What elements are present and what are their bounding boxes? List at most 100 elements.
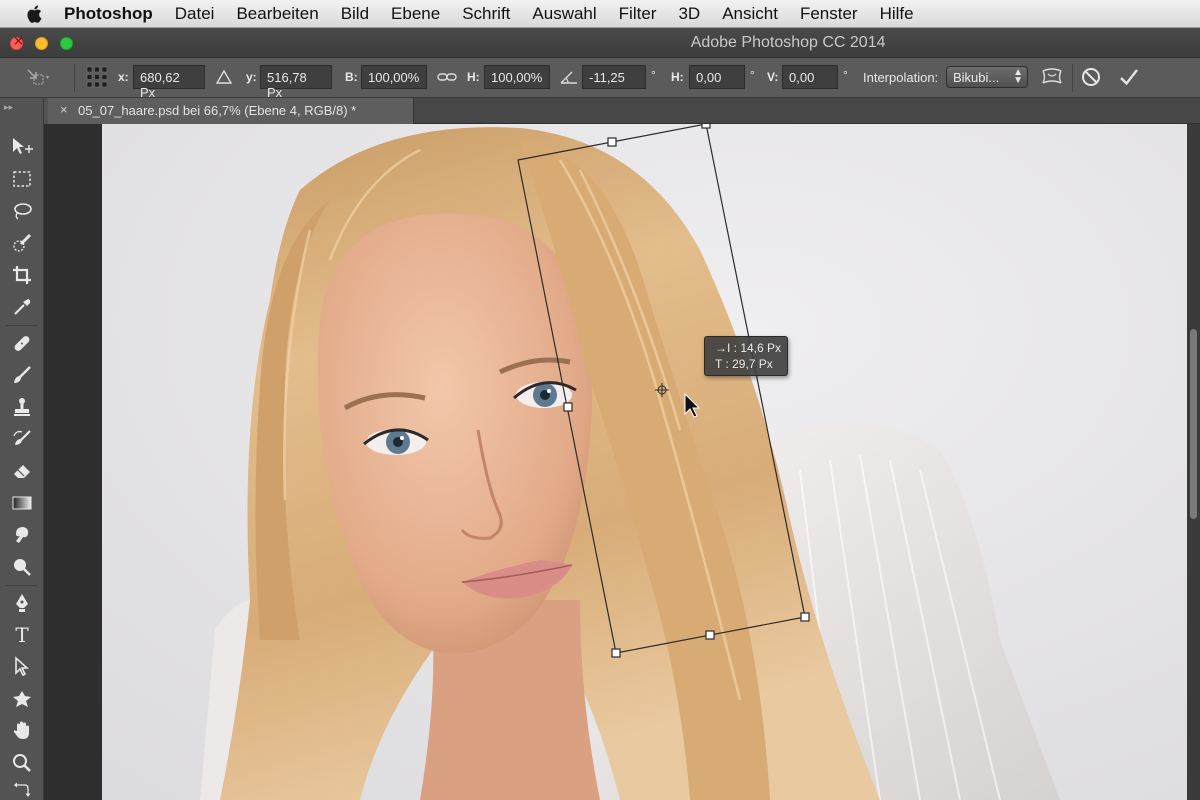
warp-mode-icon[interactable]: [1040, 66, 1064, 88]
menu-bearbeiten[interactable]: Bearbeiten: [225, 0, 329, 28]
document-tab-bar: × 05_07_haare.psd bei 66,7% (Ebene 4, RG…: [48, 98, 1200, 124]
custom-shape-icon: [13, 691, 31, 707]
move-tool[interactable]: [9, 134, 35, 160]
height-label: H:: [467, 70, 480, 84]
menu-fenster[interactable]: Fenster: [789, 0, 869, 28]
rectangular-marquee-icon: [13, 171, 31, 187]
hand-icon: [13, 721, 29, 739]
apple-logo-icon[interactable]: [24, 3, 46, 25]
vertical-skew-field[interactable]: 0,00: [782, 65, 838, 89]
window-close-button[interactable]: [10, 34, 24, 50]
transform-handle-bottom-middle[interactable]: [705, 630, 715, 640]
delta-y-readout: T : 29,7 Px: [715, 357, 773, 371]
horizontal-skew-field[interactable]: 0,00: [689, 65, 745, 89]
quick-selection-icon: [13, 233, 32, 252]
swap-colors-icon: [14, 782, 31, 797]
dodge-tool[interactable]: [9, 554, 35, 580]
horizontal-skew-label: H:: [671, 70, 684, 84]
width-percent-field[interactable]: 100,00%: [361, 65, 427, 89]
brush-tool[interactable]: [9, 362, 35, 388]
canvas-pasteboard: [44, 124, 102, 800]
cancel-transform-icon[interactable]: [1080, 66, 1102, 88]
x-position-field[interactable]: 680,62 Px: [133, 65, 205, 100]
y-position-field[interactable]: 516,78 Px: [260, 65, 332, 100]
panel-collapse-icon[interactable]: ▸▸: [4, 102, 13, 113]
lasso-tool[interactable]: [9, 198, 35, 224]
tab-close-icon[interactable]: ×: [60, 102, 68, 117]
reference-point-grid-icon[interactable]: [86, 66, 108, 88]
options-separator: [74, 64, 75, 92]
menu-auswahl[interactable]: Auswahl: [521, 0, 607, 28]
menu-filter[interactable]: Filter: [608, 0, 668, 28]
vertical-skew-label: V:: [767, 70, 779, 84]
transform-delta-tooltip: →I : 14,6 Px T : 29,7 Px: [704, 336, 788, 376]
zoom-tool[interactable]: [9, 750, 35, 776]
relative-position-delta-icon[interactable]: [215, 66, 233, 88]
scrollbar-thumb[interactable]: [1190, 329, 1197, 519]
transform-handle-top-right[interactable]: [701, 124, 711, 129]
pen-tool[interactable]: [9, 590, 35, 616]
interpolation-label: Interpolation:: [863, 70, 939, 85]
crop-tool[interactable]: [9, 262, 35, 288]
tools-panel: ▸▸ T: [0, 98, 44, 800]
vertical-scrollbar[interactable]: [1187, 124, 1200, 800]
menu-app-photoshop[interactable]: Photoshop: [64, 0, 164, 28]
dodge-icon: [14, 559, 31, 576]
history-brush-icon: [13, 430, 31, 445]
tools-separator: [6, 585, 38, 586]
clone-stamp-tool[interactable]: [9, 394, 35, 420]
height-percent-field[interactable]: 100,00%: [484, 65, 550, 89]
document-canvas[interactable]: [102, 124, 1187, 800]
window-minimize-button[interactable]: [35, 37, 48, 50]
vertical-skew-unit: °: [843, 68, 848, 82]
rotation-angle-icon: [560, 71, 577, 84]
transform-tool-preset-icon[interactable]: [26, 66, 52, 88]
horizontal-skew-unit: °: [750, 68, 755, 82]
stamp-icon: [14, 398, 30, 416]
history-brush-tool[interactable]: [9, 426, 35, 452]
hand-tool[interactable]: [9, 718, 35, 744]
rotation-degree-unit: °: [651, 68, 656, 82]
menu-ansicht[interactable]: Ansicht: [711, 0, 789, 28]
crop-icon: [13, 266, 31, 284]
menu-bar: Photoshop Datei Bearbeiten Bild Ebene Sc…: [0, 0, 1200, 28]
menu-3d[interactable]: 3D: [667, 0, 711, 28]
marquee-tool[interactable]: [9, 166, 35, 192]
menu-datei[interactable]: Datei: [164, 0, 226, 28]
options-bar: x: 680,62 Px y: 516,78 Px B: 100,00% H: …: [0, 58, 1200, 100]
menu-hilfe[interactable]: Hilfe: [869, 0, 925, 28]
smudge-finger-icon: [16, 527, 29, 543]
quick-selection-tool[interactable]: [9, 230, 35, 256]
swap-colors-tool[interactable]: [9, 780, 35, 800]
eyedropper-tool[interactable]: [9, 294, 35, 320]
menu-bild[interactable]: Bild: [330, 0, 380, 28]
transform-handle-bottom-left[interactable]: [611, 648, 621, 658]
commit-transform-icon[interactable]: [1118, 66, 1140, 88]
window-title-bar: Adobe Photoshop CC 2014: [0, 28, 1200, 58]
options-separator: [1072, 64, 1073, 92]
eraser-tool[interactable]: [9, 458, 35, 484]
gradient-tool[interactable]: [9, 490, 35, 516]
brush-icon: [14, 366, 31, 383]
transform-handle-top-middle[interactable]: [607, 137, 617, 147]
shape-tool[interactable]: [9, 686, 35, 712]
path-selection-tool[interactable]: [9, 654, 35, 680]
eyedropper-icon: [14, 299, 31, 315]
menu-schrift[interactable]: Schrift: [451, 0, 521, 28]
x-label: x:: [118, 70, 129, 84]
window-zoom-button[interactable]: [60, 37, 73, 50]
healing-brush-tool[interactable]: [9, 330, 35, 356]
transform-handle-middle-left[interactable]: [563, 402, 573, 412]
type-tool[interactable]: T: [9, 622, 35, 648]
interpolation-select[interactable]: Bikubi... ▲ ▼: [946, 66, 1028, 88]
link-aspect-ratio-icon[interactable]: [436, 66, 458, 88]
menu-ebene[interactable]: Ebene: [380, 0, 451, 28]
transform-handle-bottom-right[interactable]: [800, 612, 810, 622]
magnifier-icon: [13, 754, 31, 772]
lasso-icon: [14, 203, 32, 220]
rotation-angle-field[interactable]: -11,25: [582, 65, 646, 89]
document-tab[interactable]: × 05_07_haare.psd bei 66,7% (Ebene 4, RG…: [48, 98, 414, 124]
gradient-icon: [12, 496, 32, 510]
tools-separator: [6, 325, 38, 326]
blur-tool[interactable]: [9, 522, 35, 548]
